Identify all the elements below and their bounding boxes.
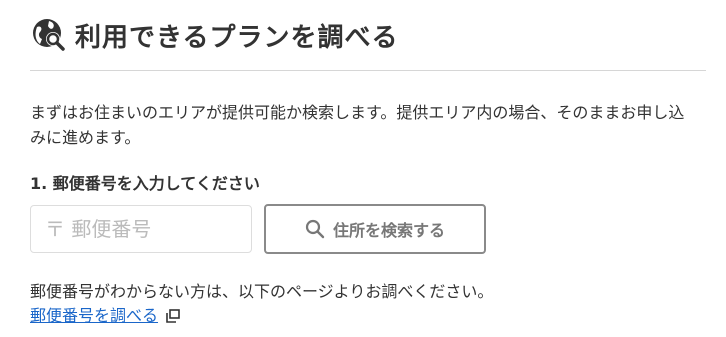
zip-step-label: 1. 郵便番号を入力してください [30, 174, 260, 193]
plan-search-panel: 利用できるプランを調べる まずはお住まいのエリアが提供可能か検索します。提供エリ… [30, 0, 706, 328]
external-link-icon [166, 309, 180, 323]
search-address-button[interactable]: 住所を検索する [264, 204, 486, 254]
zip-field-wrapper[interactable] [30, 205, 252, 253]
page-title: 利用できるプランを調べる [75, 22, 399, 53]
search-icon [305, 219, 325, 239]
search-button-label: 住所を検索する [332, 221, 445, 240]
zip-lookup-link[interactable]: 郵便番号を調べる [30, 304, 158, 328]
section-header: 利用できるプランを調べる [30, 0, 706, 71]
zip-code-input[interactable] [43, 216, 237, 242]
description-text: まずはお住まいのエリアが提供可能か検索します。提供エリア内の場合、そのままお申し… [30, 103, 685, 147]
map-search-icon [31, 17, 67, 53]
zip-form-row: 住所を検索する [30, 204, 706, 254]
help-link-row: 郵便番号を調べる [30, 304, 706, 328]
help-text: 郵便番号がわからない方は、以下のページよりお調べください。 [30, 282, 494, 301]
